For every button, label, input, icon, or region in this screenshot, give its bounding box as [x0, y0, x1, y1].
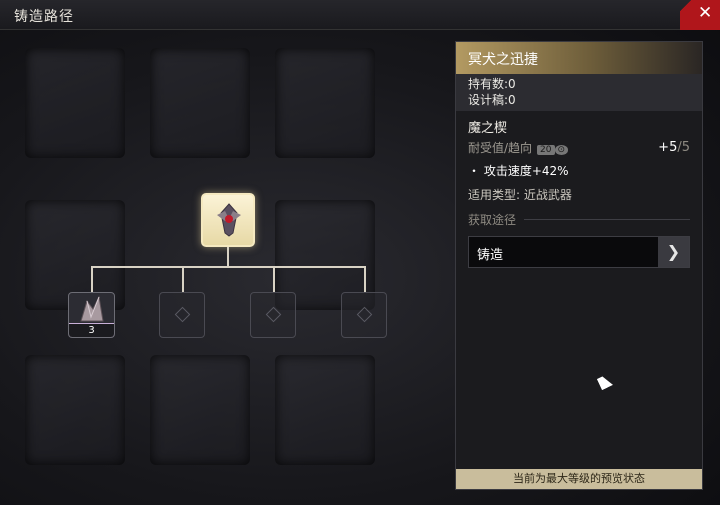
- item-name: 魔之楔: [468, 121, 508, 136]
- inventory-counts: 持有数:0 设计稿:0: [456, 74, 702, 111]
- preview-status-footer: 当前为最大等级的预览状态: [456, 469, 702, 489]
- empty-slot-icon: [174, 306, 191, 323]
- title-bar: 铸造路径 ✕: [0, 0, 720, 30]
- tree-connector: [91, 266, 365, 268]
- forge-path-window: 铸造路径 ✕ 3 冥犬之迅捷 持有数:0 设计稿:0 魔之楔 耐受值/趋向 20…: [0, 0, 720, 505]
- empty-slot-icon: [265, 306, 282, 323]
- material-count: 3: [69, 324, 114, 337]
- empty-slot[interactable]: [159, 292, 205, 338]
- applicable-type: 适用类型: 近战武器: [468, 188, 572, 202]
- panel-title: 冥犬之迅捷: [456, 42, 702, 74]
- trend-icon: ⊙: [554, 145, 569, 155]
- weapon-emblem-icon: [217, 203, 241, 237]
- level-value: +5: [658, 140, 678, 155]
- material-node[interactable]: 3: [68, 292, 115, 338]
- material-item-icon: [80, 295, 104, 322]
- background-tile: [275, 48, 375, 158]
- forge-source-button[interactable]: 铸造 ❯: [468, 236, 690, 268]
- source-title: 获取途径: [468, 213, 517, 227]
- background-tile: [25, 355, 125, 465]
- blueprint-count: 设计稿:0: [468, 93, 516, 107]
- tree-connector: [91, 266, 93, 292]
- level-indicator: +5/5: [658, 140, 690, 155]
- tree-connector: [227, 247, 229, 267]
- tree-connector: [182, 266, 184, 292]
- main-weapon-node[interactable]: [201, 193, 255, 247]
- close-button[interactable]: ✕: [680, 0, 720, 30]
- window-title: 铸造路径: [14, 9, 74, 25]
- background-tile: [150, 48, 250, 158]
- empty-slot[interactable]: [250, 292, 296, 338]
- durability-badge: 20: [537, 145, 555, 155]
- forge-source-label: 铸造: [477, 248, 504, 263]
- durability-label: 耐受值/趋向: [468, 141, 533, 155]
- empty-slot[interactable]: [341, 292, 387, 338]
- chevron-right-icon: ❯: [658, 237, 689, 267]
- durability-row: 耐受值/趋向 20 ⊙ +5/5: [468, 139, 690, 156]
- tree-connector: [364, 266, 366, 292]
- empty-slot-icon: [356, 306, 373, 323]
- level-max: /5: [677, 140, 690, 155]
- background-tile: [275, 355, 375, 465]
- background-tile: [25, 48, 125, 158]
- close-icon: ✕: [698, 3, 713, 23]
- stat-line: ・ 攻击速度+42%: [468, 164, 569, 178]
- item-detail-panel: 冥犬之迅捷 持有数:0 设计稿:0 魔之楔 耐受值/趋向 20 ⊙ +5/5 ・ 攻…: [455, 41, 703, 490]
- tree-connector: [273, 266, 275, 292]
- divider: [524, 219, 690, 220]
- background-tile: [150, 355, 250, 465]
- owned-count: 持有数:0: [468, 77, 516, 91]
- source-section: 获取途径: [468, 211, 690, 228]
